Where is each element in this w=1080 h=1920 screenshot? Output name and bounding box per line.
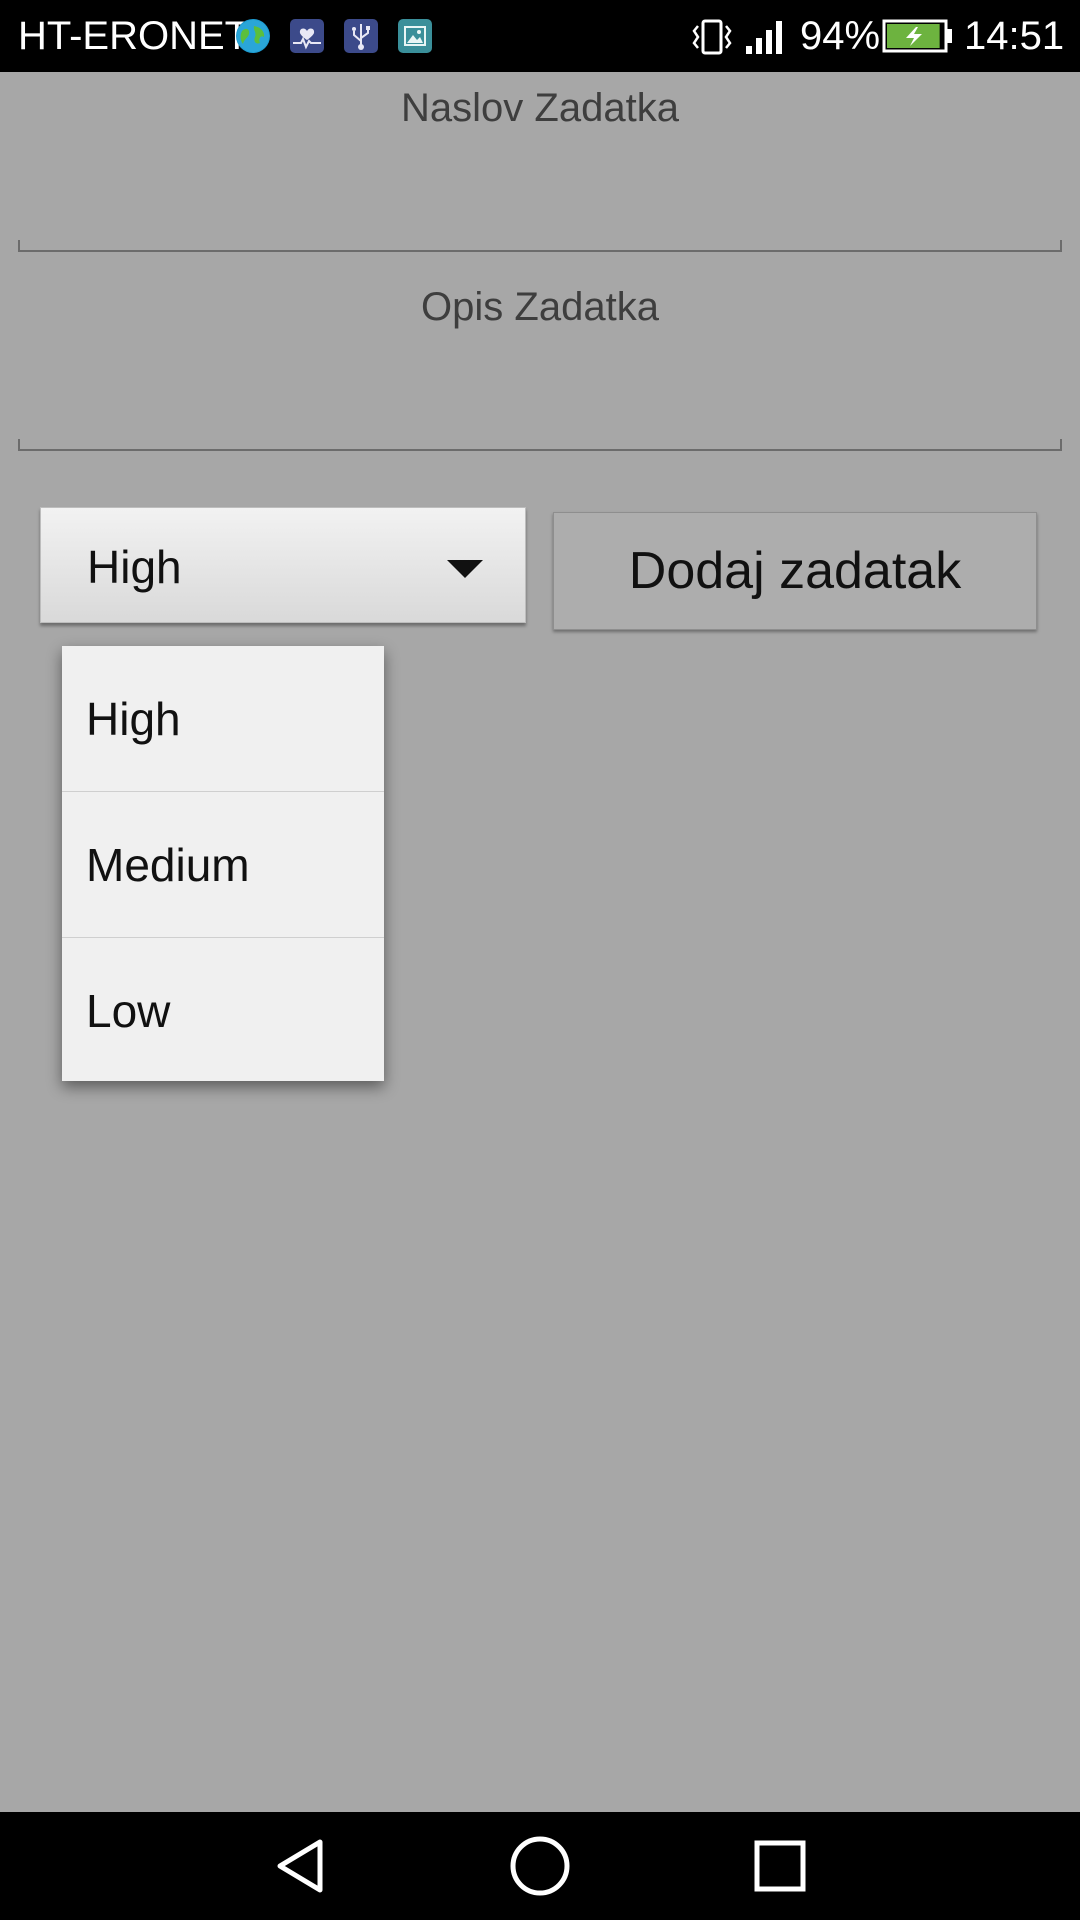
description-label: Opis Zadatka (421, 285, 659, 329)
priority-dropdown-menu: High Medium Low (62, 646, 384, 1081)
vibrate-icon (690, 18, 734, 61)
status-bar: HT-ERONET 94% 14:51 (0, 0, 1080, 72)
dropdown-option-label: High (86, 693, 181, 745)
battery-icon (882, 19, 954, 58)
home-button[interactable] (480, 1812, 600, 1920)
dropdown-option-label: Low (86, 985, 171, 1037)
back-button[interactable] (240, 1812, 360, 1920)
description-input-underline (18, 439, 1062, 451)
priority-spinner[interactable]: High (40, 507, 526, 623)
signal-icon (744, 18, 788, 61)
screen: HT-ERONET 94% 14:51 Naslov Zadatka Opis … (0, 0, 1080, 1920)
dropdown-option-low[interactable]: Low (62, 938, 384, 1083)
usb-icon (344, 19, 378, 53)
carrier-name: HT-ERONET (18, 14, 250, 58)
globe-app-icon (236, 19, 270, 53)
add-task-button[interactable]: Dodaj zadatak (553, 512, 1037, 630)
recents-button[interactable] (720, 1812, 840, 1920)
navigation-bar (0, 1812, 1080, 1920)
recents-icon (754, 1840, 806, 1892)
back-icon (277, 1839, 323, 1893)
battery-percent: 94% (800, 14, 881, 58)
title-input[interactable] (18, 140, 1062, 252)
description-input[interactable] (18, 338, 1062, 450)
health-monitor-icon (290, 19, 324, 53)
dropdown-option-label: Medium (86, 839, 250, 891)
title-input-underline (18, 240, 1062, 252)
home-icon (510, 1836, 570, 1896)
priority-selected-value: High (87, 541, 182, 593)
dropdown-option-medium[interactable]: Medium (62, 792, 384, 937)
image-icon (398, 19, 432, 53)
title-label: Naslov Zadatka (401, 86, 679, 130)
clock: 14:51 (964, 14, 1065, 58)
add-task-button-label: Dodaj zadatak (628, 542, 962, 600)
dropdown-option-high[interactable]: High (62, 646, 384, 791)
dropdown-arrow-icon (447, 560, 483, 578)
